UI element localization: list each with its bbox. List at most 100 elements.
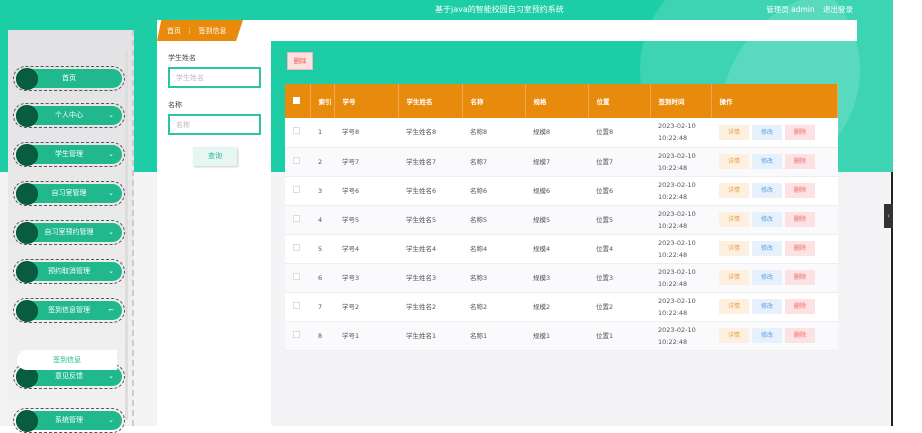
row-checkbox[interactable] (293, 156, 300, 164)
table-cell: 7 (310, 292, 334, 322)
top-bar: 基于java的智能校园自习室预约系统 管理员 admin 退出登录 (0, 0, 893, 20)
row-checkbox-cell (285, 118, 310, 148)
edit-button[interactable]: 修改 (752, 270, 782, 285)
table-cell: 学生姓名6 (398, 176, 462, 206)
table-cell: 2023-02-10 10:22:48 (650, 234, 711, 264)
delete-button[interactable]: 删除 (785, 183, 815, 198)
row-checkbox[interactable] (293, 243, 300, 251)
edit-button[interactable]: 修改 (752, 299, 782, 314)
sidebar-item-label: 签到信息管理 (48, 306, 90, 314)
table-cell: 8 (310, 321, 334, 351)
edit-button[interactable]: 修改 (752, 124, 782, 140)
detail-button[interactable]: 详情 (719, 124, 749, 140)
sidebar-item-5[interactable]: 预约取消管理 ⌄ (13, 259, 125, 284)
menu-dot-icon (16, 144, 38, 166)
column-header-3: 学生姓名 (398, 84, 463, 118)
edit-button[interactable]: 修改 (752, 328, 782, 343)
edit-button[interactable]: 修改 (752, 154, 782, 169)
column-header-6: 位置 (588, 84, 651, 118)
edit-button[interactable]: 修改 (752, 241, 782, 256)
row-checkbox[interactable] (293, 301, 300, 309)
detail-button[interactable]: 详情 (719, 270, 749, 285)
sidebar-scrollbar[interactable] (125, 50, 128, 420)
delete-button[interactable]: 删除 (785, 124, 815, 140)
row-checkbox[interactable] (293, 272, 300, 280)
table-cell: 2023-02-10 10:22:48 (650, 292, 711, 322)
column-header-4: 名称 (462, 84, 526, 118)
table-cell: 学生姓名2 (398, 292, 462, 322)
actions-cell: 详情 修改 删除 (711, 263, 838, 293)
table-cell: 规模4 (525, 234, 588, 264)
edit-button[interactable]: 修改 (752, 183, 782, 198)
table-cell: 5 (310, 234, 334, 264)
user-name: 管理员 admin (766, 5, 815, 14)
breadcrumb-home[interactable]: 首页 (167, 27, 181, 35)
table-cell: 2023-02-10 10:22:48 (650, 176, 711, 206)
sidebar-item-label: 意见反馈 (55, 372, 83, 380)
sidebar-pill: 自习室管理 ⌄ (16, 183, 122, 205)
row-checkbox-cell (285, 263, 310, 293)
sidebar-item-4[interactable]: 自习室预约管理 ⌄ (13, 220, 125, 245)
table-cell: 学号8 (334, 118, 398, 148)
detail-button[interactable]: 详情 (719, 241, 749, 256)
sidebar-item-3[interactable]: 自习室管理 ⌄ (13, 181, 125, 206)
row-checkbox-cell (285, 176, 310, 206)
table-cell: 学号2 (334, 292, 398, 322)
delete-button[interactable]: 删除 (785, 270, 815, 285)
row-checkbox[interactable] (293, 127, 300, 135)
table-cell: 名称1 (462, 321, 525, 351)
query-button[interactable]: 查询 (193, 147, 237, 166)
search-panel: 学生姓名 学生姓名 名称 名称 查询 (157, 41, 271, 426)
table-cell: 名称3 (462, 263, 525, 293)
collapse-handle[interactable]: ‹ (884, 204, 893, 228)
table-cell: 学生姓名4 (398, 234, 462, 264)
sidebar-pill: 系统管理 ⌄ (16, 410, 122, 432)
delete-button[interactable]: 删除 (785, 328, 815, 343)
sidebar-item-6[interactable]: 签到信息管理 ⌐ (13, 298, 125, 323)
sidebar-item-1[interactable]: 个人中心 ⌄ (13, 103, 125, 128)
actions-cell: 详情 修改 删除 (711, 118, 838, 148)
detail-button[interactable]: 详情 (719, 212, 749, 227)
row-checkbox[interactable] (293, 214, 300, 222)
sidebar-pill: 自习室预约管理 ⌄ (16, 222, 122, 244)
sidebar-item-8[interactable]: 系统管理 ⌄ (13, 408, 125, 433)
column-header-1: 索引 (310, 84, 335, 118)
detail-button[interactable]: 详情 (719, 183, 749, 198)
menu-dot-icon (16, 300, 38, 322)
table-cell: 4 (310, 205, 334, 235)
column-header-0[interactable] (285, 84, 311, 118)
logout-link[interactable]: 退出登录 (823, 5, 853, 14)
batch-delete-button[interactable]: 删除 (287, 52, 313, 70)
edit-button[interactable]: 修改 (752, 212, 782, 227)
detail-button[interactable]: 详情 (719, 154, 749, 169)
delete-button[interactable]: 删除 (785, 299, 815, 314)
detail-button[interactable]: 详情 (719, 299, 749, 314)
delete-button[interactable]: 删除 (785, 241, 815, 256)
name-input[interactable]: 名称 (168, 114, 261, 135)
table-row: 8 学号1 学生姓名1 名称1 规模1 位置1 2023-02-10 10:22:48 详情修… (285, 321, 838, 351)
table-row: 1 学号8 学生姓名8 名称8 规模8 位置8 2023-02-10 10:22:48 详情修… (285, 118, 838, 148)
table-cell: 位置8 (588, 118, 650, 148)
table-cell: 学号6 (334, 176, 398, 206)
chevron-down-icon: ⌄ (108, 111, 114, 119)
row-checkbox[interactable] (293, 330, 300, 338)
menu-dot-icon (16, 68, 38, 90)
detail-button[interactable]: 详情 (719, 328, 749, 343)
delete-button[interactable]: 删除 (785, 154, 815, 169)
sidebar-subitem-checkin-info[interactable]: 签到信息 (17, 350, 117, 370)
sidebar-item-2[interactable]: 学生管理 ⌄ (13, 142, 125, 167)
row-checkbox[interactable] (293, 185, 300, 193)
sidebar-item-0[interactable]: 首页 (13, 66, 125, 91)
table-cell: 3 (310, 176, 334, 206)
table-cell: 规模2 (525, 292, 588, 322)
chevron-down-icon: ⌄ (108, 267, 114, 275)
student-name-input[interactable]: 学生姓名 (168, 67, 261, 88)
row-checkbox-cell (285, 321, 310, 351)
table-cell: 规模7 (525, 147, 588, 177)
table-cell: 名称5 (462, 205, 525, 235)
delete-button[interactable]: 删除 (785, 212, 815, 227)
column-header-8: 操作 (711, 84, 838, 118)
select-all-checkbox[interactable] (293, 96, 300, 104)
breadcrumb-separator: ⋮ (186, 27, 194, 35)
sidebar-pill: 签到信息管理 ⌐ (16, 300, 122, 322)
